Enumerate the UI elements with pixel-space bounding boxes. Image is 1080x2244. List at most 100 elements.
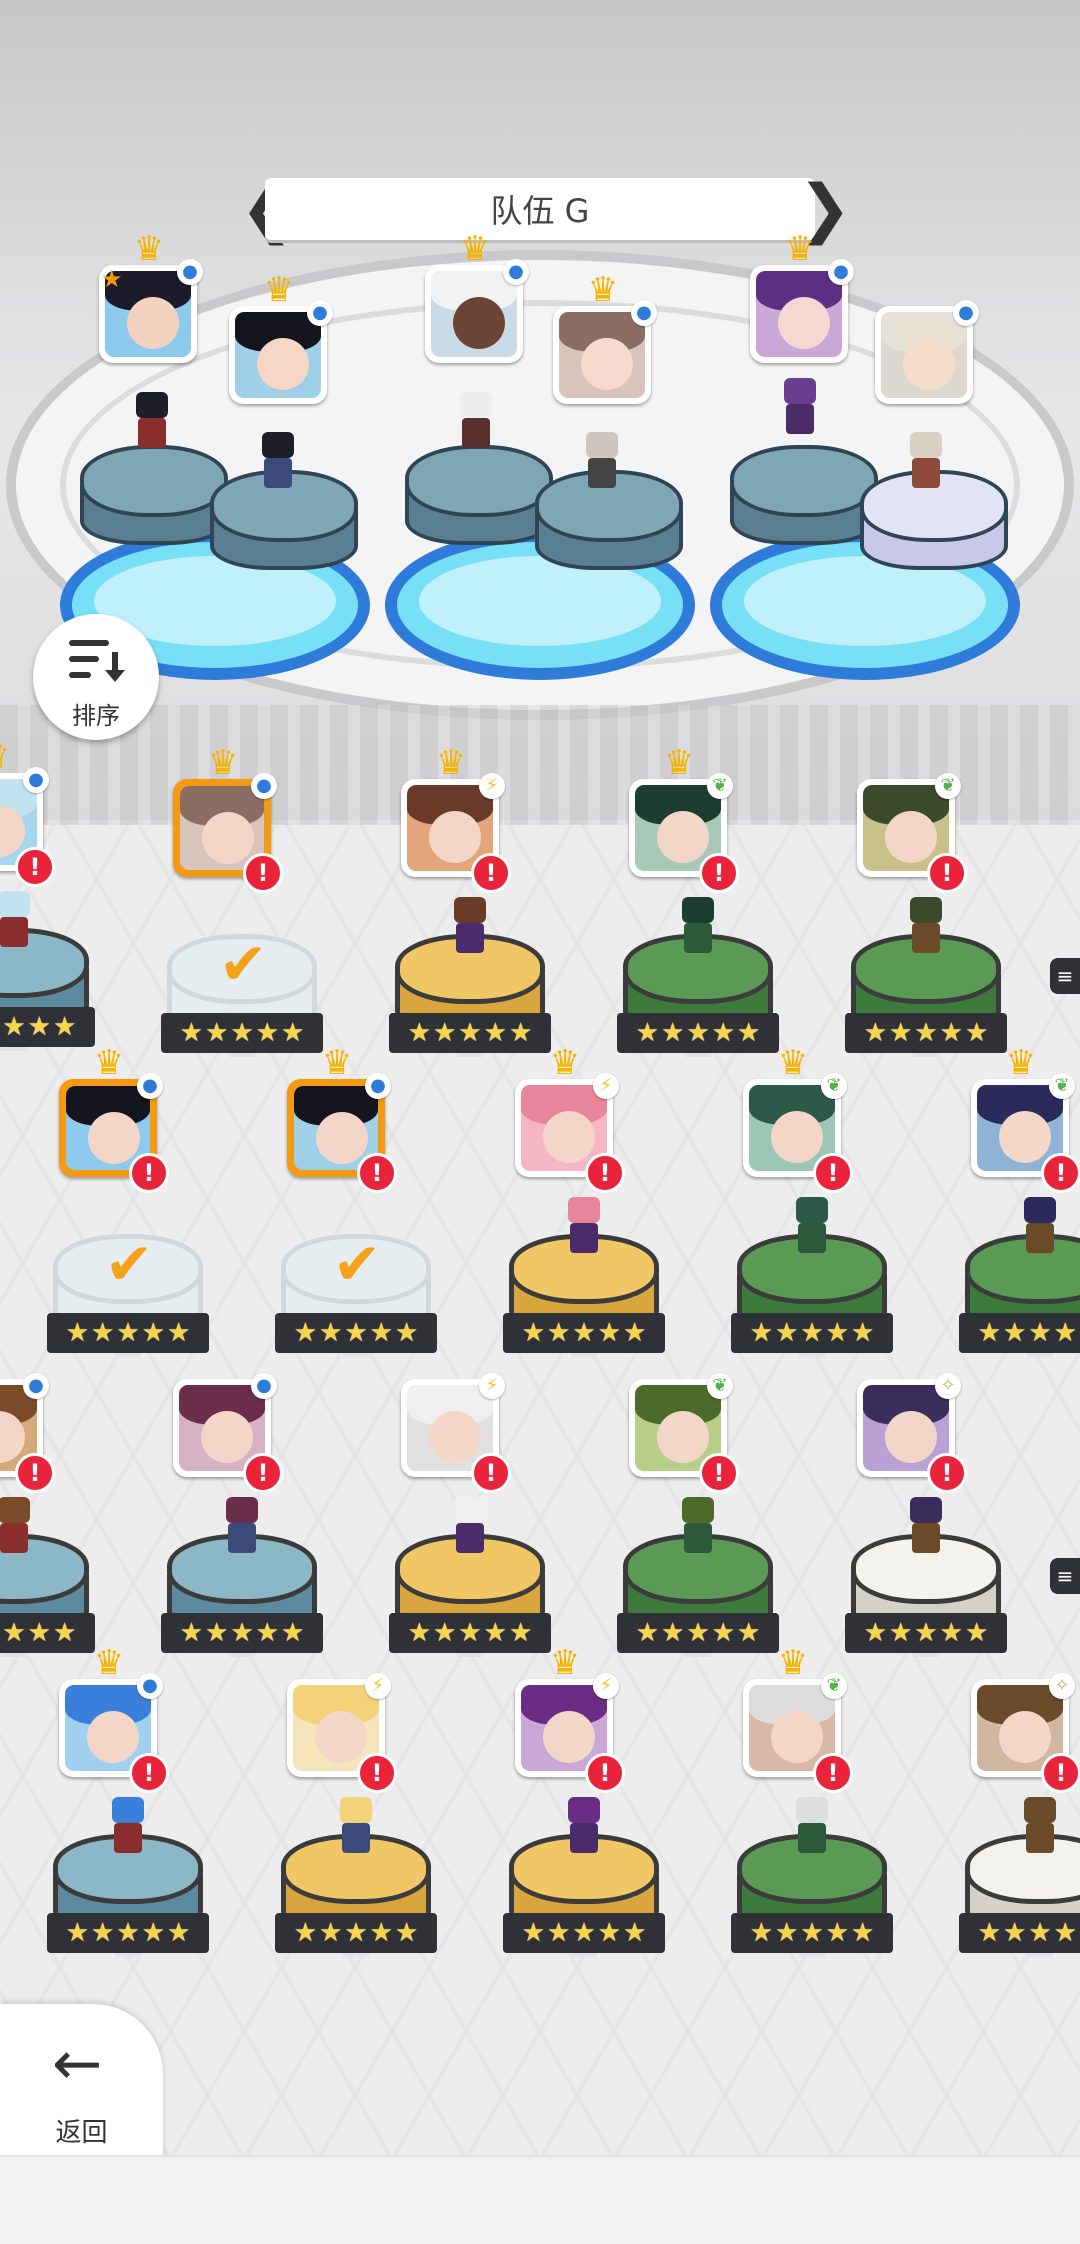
formation-pedestal[interactable] bbox=[80, 445, 228, 517]
water-icon: ● bbox=[137, 1073, 163, 1099]
hero-portrait[interactable]: ♛ ❦! bbox=[629, 746, 739, 893]
crown-icon: ♛ bbox=[459, 229, 491, 269]
star-icon: ★ bbox=[230, 1618, 254, 1648]
hero-portrait[interactable]: ♛ ⚡! bbox=[515, 1646, 625, 1793]
hero-portrait[interactable]: ♛ ❦! bbox=[971, 1046, 1080, 1193]
team-title: 队伍 G bbox=[265, 178, 815, 240]
hero-portrait[interactable]: ♛ ● bbox=[553, 273, 657, 404]
star-rating: ★★★★★ bbox=[47, 1913, 209, 1953]
back-label: 返回 bbox=[55, 2118, 108, 2148]
crown-icon: ♛ bbox=[777, 1643, 809, 1683]
hero-portrait[interactable]: ♛●! bbox=[287, 1046, 397, 1193]
skill-badge-icon: ≡ bbox=[1050, 1558, 1080, 1594]
star-icon: ★ bbox=[394, 1918, 419, 1948]
star-icon: ★ bbox=[2, 1012, 26, 1042]
water-icon: ● bbox=[631, 300, 657, 326]
star-icon: ★ bbox=[116, 1318, 140, 1348]
hero-sprite bbox=[256, 432, 300, 494]
star-icon: ★ bbox=[293, 1318, 318, 1348]
hero-portrait[interactable]: ⚡! bbox=[287, 1673, 397, 1793]
hero-portrait[interactable]: ♛ ★ ● bbox=[99, 232, 203, 363]
star-icon: ★ bbox=[205, 1618, 229, 1648]
hero-portrait[interactable]: ♛●! bbox=[59, 1646, 169, 1793]
star-rating: ★★★★★ bbox=[47, 1313, 209, 1353]
hero-portrait[interactable]: ❦! bbox=[857, 773, 967, 893]
crown-icon: ♛ bbox=[587, 270, 619, 310]
hero-portrait[interactable]: ⚡! bbox=[401, 1373, 511, 1493]
star-icon: ★ bbox=[407, 1618, 432, 1648]
hero-portrait[interactable]: ●! bbox=[173, 1373, 283, 1493]
hero-sprite bbox=[676, 1497, 720, 1559]
back-arrow-icon: ← bbox=[52, 2029, 103, 2099]
star-icon: ★ bbox=[28, 1618, 51, 1648]
hero-portrait[interactable]: ♛ ⚡! bbox=[515, 1046, 625, 1193]
hero-sprite bbox=[0, 891, 36, 953]
alert-badge: ! bbox=[471, 853, 511, 893]
leaf-icon: ❦ bbox=[821, 1673, 847, 1699]
hero-portrait[interactable]: ♛ ● bbox=[750, 232, 854, 363]
selected-check-icon: ✔ bbox=[218, 930, 268, 998]
star-rating: ★★★★★ bbox=[0, 1613, 95, 1653]
star-rating: ★★★★★ bbox=[275, 1313, 437, 1353]
star-icon: ★ bbox=[1003, 1318, 1027, 1348]
formation-pedestal[interactable] bbox=[730, 445, 878, 517]
water-icon: ● bbox=[365, 1073, 391, 1099]
crown-icon: ♛ bbox=[549, 1043, 581, 1083]
star-icon: ★ bbox=[65, 1918, 90, 1948]
leaf-icon: ❦ bbox=[707, 1373, 733, 1399]
star-rating: ★★★★★ bbox=[275, 1913, 437, 1953]
star-icon: ★ bbox=[1053, 1918, 1077, 1948]
star-icon: ★ bbox=[964, 1018, 989, 1048]
lightning-icon: ⚡ bbox=[479, 773, 505, 799]
star-icon: ★ bbox=[939, 1618, 963, 1648]
lightning-icon: ⚡ bbox=[365, 1673, 391, 1699]
hero-portrait[interactable]: ♛ ● bbox=[229, 273, 333, 404]
sort-button[interactable]: 排序 bbox=[33, 614, 159, 740]
formation-pedestal[interactable] bbox=[405, 445, 553, 517]
star-icon: ★ bbox=[686, 1018, 710, 1048]
star-icon: ★ bbox=[825, 1318, 849, 1348]
hero-sprite bbox=[562, 1197, 606, 1259]
star-icon: ★ bbox=[889, 1618, 913, 1648]
hero-portrait[interactable]: ♛ ● bbox=[425, 232, 529, 363]
star-rating: ★★★★★ bbox=[959, 1913, 1080, 1953]
hero-portrait[interactable]: ♛●! bbox=[59, 1046, 169, 1193]
light-icon: ✧ bbox=[1049, 1673, 1075, 1699]
star-icon: ★ bbox=[2, 1618, 25, 1648]
crown-icon: ♛ bbox=[435, 743, 467, 783]
hero-portrait[interactable]: ♛●! bbox=[0, 740, 55, 887]
star-icon: ★ bbox=[141, 1918, 165, 1948]
star-icon: ★ bbox=[344, 1318, 368, 1348]
star-icon: ★ bbox=[775, 1318, 799, 1348]
skill-badge-icon: ≡ bbox=[1050, 958, 1080, 994]
hero-portrait[interactable]: ✧! bbox=[857, 1373, 967, 1493]
water-icon: ● bbox=[251, 773, 277, 799]
alert-badge: ! bbox=[813, 1153, 853, 1193]
star-rating: ★★★★★ bbox=[389, 1013, 551, 1053]
alert-badge: ! bbox=[699, 853, 739, 893]
star-icon: ★ bbox=[91, 1318, 115, 1348]
alert-badge: ! bbox=[129, 1753, 169, 1793]
hero-sprite bbox=[904, 432, 948, 494]
leaf-icon: ❦ bbox=[707, 773, 733, 799]
hero-portrait[interactable]: ♛●! bbox=[173, 746, 283, 893]
star-icon: ★ bbox=[800, 1918, 824, 1948]
hero-portrait[interactable]: ❦! bbox=[629, 1373, 739, 1493]
hero-portrait[interactable]: ♛ ⚡! bbox=[401, 746, 511, 893]
hero-portrait[interactable]: ●! bbox=[0, 1373, 55, 1493]
crown-icon: ♛ bbox=[777, 1043, 809, 1083]
star-rating: ★★★★★ bbox=[845, 1013, 1007, 1053]
back-button[interactable]: ← 返回 bbox=[0, 2004, 163, 2164]
star-icon: ★ bbox=[433, 1018, 457, 1048]
star-icon: ★ bbox=[939, 1018, 963, 1048]
hero-portrait[interactable]: ♛ ❦! bbox=[743, 1046, 853, 1193]
hero-portrait[interactable]: ♛ ❦! bbox=[743, 1646, 853, 1793]
hero-portrait[interactable]: ✧! bbox=[971, 1673, 1080, 1793]
star-icon: ★ bbox=[597, 1918, 621, 1948]
star-icon: ★ bbox=[394, 1318, 419, 1348]
crown-icon: ♛ bbox=[133, 229, 165, 269]
water-icon: ● bbox=[251, 1373, 277, 1399]
hero-sprite bbox=[904, 1497, 948, 1559]
hero-portrait[interactable]: ● bbox=[875, 300, 979, 404]
alert-badge: ! bbox=[813, 1753, 853, 1793]
